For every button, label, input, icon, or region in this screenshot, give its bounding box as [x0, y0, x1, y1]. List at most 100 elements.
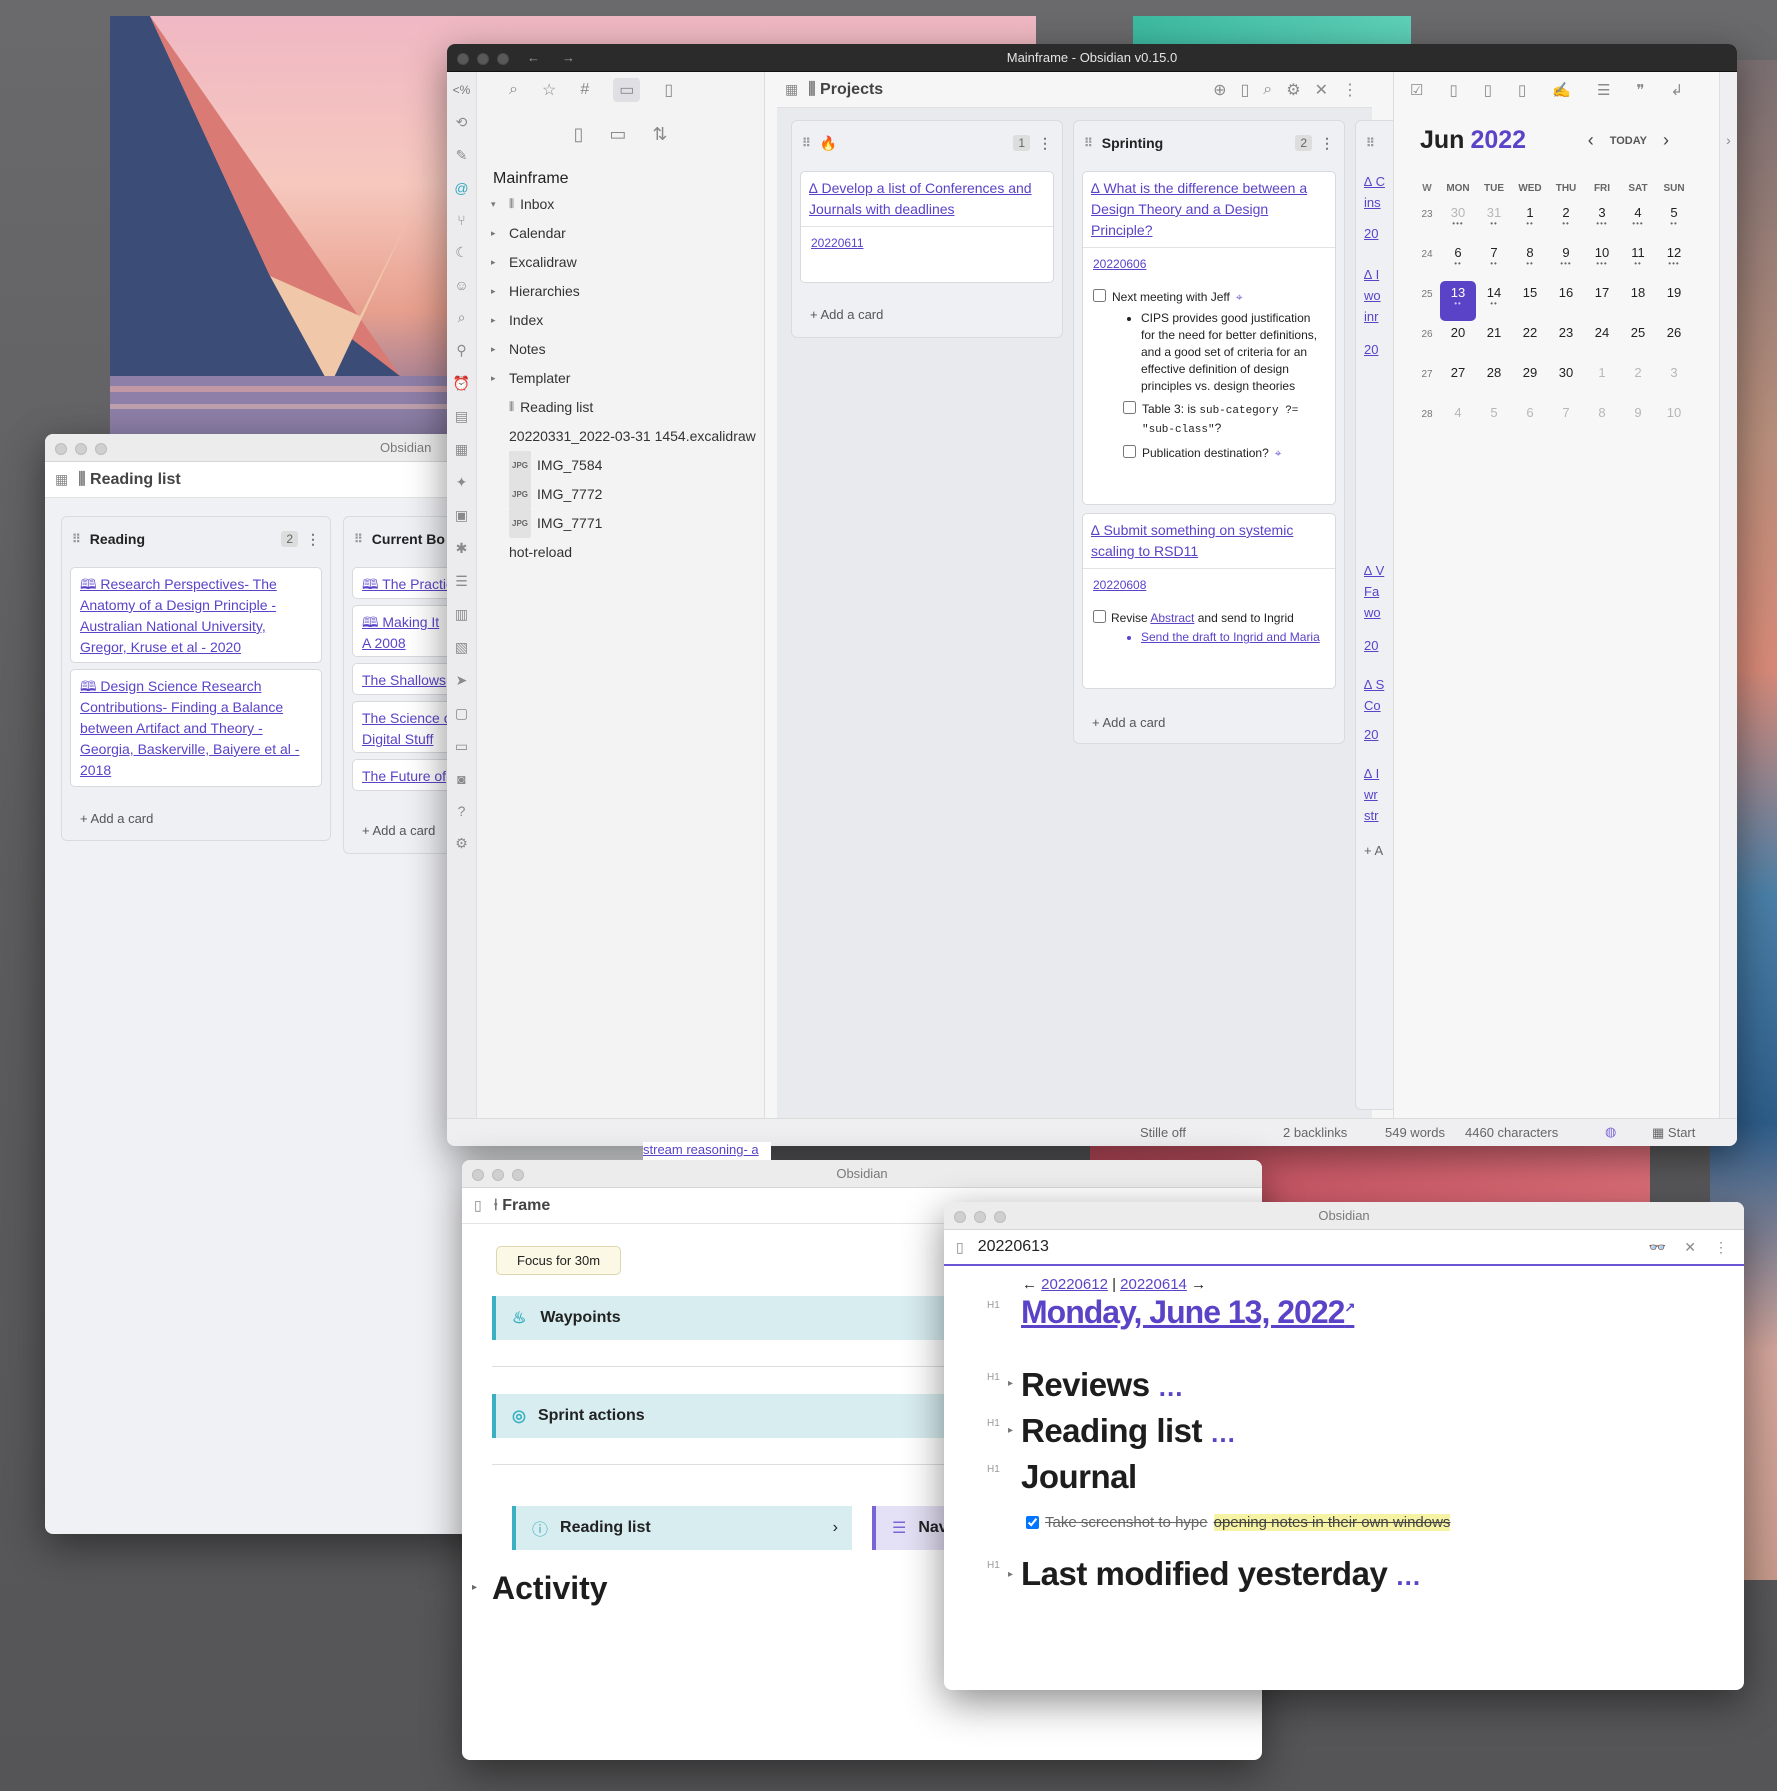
link-icon[interactable]: ⌖ [1236, 289, 1243, 306]
templater-icon[interactable]: <% [447, 72, 476, 108]
reading-list-callout[interactable]: ⓘ Reading list › [512, 1506, 852, 1550]
calendar-day[interactable]: 8 •• [1512, 241, 1548, 281]
network-icon[interactable]: ✱ [456, 540, 468, 557]
calendar-day[interactable]: 14 •• [1476, 281, 1512, 321]
focus-button[interactable]: Focus for 30m [496, 1246, 622, 1275]
week-number[interactable]: 25 [1414, 281, 1440, 321]
search-icon[interactable]: ⌕ [1263, 80, 1272, 100]
add-card-button[interactable]: + Add a card [810, 307, 883, 322]
week-number[interactable]: 26 [1414, 321, 1440, 361]
card-link[interactable]: 🕮 Design Science Research Contributions-… [80, 678, 299, 778]
calendar-day[interactable]: 3 ••• [1584, 201, 1620, 241]
calendar-day[interactable]: 30 [1548, 361, 1584, 401]
vault-name[interactable]: Mainframe [477, 160, 764, 188]
file-icon[interactable]: ▯ [474, 1197, 482, 1214]
minimize-window-button[interactable] [75, 443, 87, 455]
file-tree-item[interactable]: JPG IMG_7771 [491, 509, 764, 538]
calendar-day[interactable]: 15 [1512, 281, 1548, 321]
calendar-day[interactable]: 31 •• [1476, 201, 1512, 241]
file-tree-item[interactable]: ▸ Templater [491, 364, 764, 393]
calendar-icon[interactable]: ▢ [455, 705, 468, 722]
prev-day-link[interactable]: 20220612 [1041, 1276, 1108, 1293]
collapse-icon[interactable]: ▸ [472, 1582, 477, 1593]
add-card-button[interactable]: + Add a card [1092, 715, 1165, 730]
sync-icon[interactable]: ◍ [1605, 1124, 1616, 1140]
calendar-day[interactable]: 1 •• [1512, 201, 1548, 241]
file-tree-item[interactable]: JPG IMG_7772 [491, 480, 764, 509]
close-window-button[interactable] [55, 443, 67, 455]
forward-button[interactable]: → [562, 44, 575, 72]
zoom-window-button[interactable] [512, 1169, 524, 1181]
stack-icon[interactable]: ☰ [455, 573, 468, 590]
new-note-icon[interactable]: ▯ [573, 124, 583, 145]
card-title-link[interactable]: ∆ What is the difference between a Desig… [1091, 180, 1307, 238]
drag-handle-icon[interactable]: ⠿ [1084, 136, 1093, 150]
collapse-icon[interactable]: ▸ [1008, 1425, 1013, 1436]
minimize-window-button[interactable] [477, 53, 489, 65]
task-checkbox[interactable] [1123, 445, 1136, 458]
backlinks-count[interactable]: 2 backlinks [1283, 1125, 1347, 1140]
search-icon[interactable]: ⌕ [458, 309, 466, 326]
task-checkbox[interactable] [1093, 289, 1106, 302]
kanban-card[interactable]: ∆ Develop a list of Conferences and Jour… [800, 171, 1054, 283]
graph-icon[interactable]: ⟲ [456, 114, 468, 131]
date-link[interactable]: 20220611 [811, 236, 864, 250]
week-number[interactable]: 23 [1414, 201, 1440, 241]
settings-icon[interactable]: ⚙ [455, 835, 468, 852]
calendar-day[interactable]: 3 [1656, 361, 1692, 401]
drag-handle-icon[interactable]: ⠿ [72, 532, 81, 546]
card-link[interactable]: 🕮 The Practic [362, 576, 453, 592]
calendar-day[interactable]: 6 •• [1440, 241, 1476, 281]
kanban-board-icon[interactable]: ▦ [55, 471, 68, 488]
kanban-card[interactable]: 🕮 Research Perspectives- The Anatomy of … [70, 567, 322, 663]
chevron-right-icon[interactable]: › [833, 1519, 838, 1537]
calendar-day[interactable]: 21 [1476, 321, 1512, 361]
next-month-icon[interactable]: › [1663, 130, 1669, 151]
file-icon[interactable]: ▯ [1518, 81, 1526, 99]
quote-icon[interactable]: ❞ [1636, 81, 1644, 99]
close-window-button[interactable] [457, 53, 469, 65]
tag-icon[interactable]: # [580, 81, 589, 99]
more-options-icon[interactable]: ⋮ [1342, 80, 1358, 100]
list-icon[interactable]: ☰ [1597, 81, 1610, 99]
next-day-link[interactable]: 20220614 [1120, 1276, 1187, 1293]
turn-icon[interactable]: ↲ [1670, 81, 1683, 99]
minimize-window-button[interactable] [492, 1169, 504, 1181]
more-options-icon[interactable]: ⋮ [1714, 1239, 1728, 1256]
card-title-link[interactable]: ∆ Develop a list of Conferences and Jour… [809, 180, 1032, 217]
branch-icon[interactable]: ⑂ [457, 212, 465, 228]
file-tree-item[interactable]: ▾ ⫼ Inbox [491, 190, 764, 219]
calendar-day[interactable]: 19 [1656, 281, 1692, 321]
close-icon[interactable]: ✕ [1684, 1239, 1696, 1256]
calendar-day[interactable]: 29 [1512, 361, 1548, 401]
add-card-button[interactable]: + Add a card [362, 823, 435, 838]
more-options-icon[interactable]: ⋮ [306, 531, 320, 548]
calendar-day[interactable]: 30 ••• [1440, 201, 1476, 241]
calendar-day[interactable]: 11 •• [1620, 241, 1656, 281]
calendar-day[interactable]: 20 [1440, 321, 1476, 361]
calendar-day[interactable]: 2 [1620, 361, 1656, 401]
pencil-icon[interactable]: ✎ [456, 147, 468, 164]
layout-icon[interactable]: ▧ [455, 639, 468, 656]
calendar-day[interactable]: 26 [1656, 321, 1692, 361]
more-content-icon[interactable]: … [1158, 1372, 1184, 1402]
task-checkbox[interactable] [1123, 401, 1136, 414]
more-options-icon[interactable]: ⋮ [1320, 135, 1334, 152]
zoom-window-button[interactable] [95, 443, 107, 455]
file-tree-item[interactable]: ▸ Hierarchies [491, 277, 764, 306]
calendar-day[interactable]: 5 •• [1656, 201, 1692, 241]
new-folder-icon[interactable]: ▭ [609, 124, 626, 145]
calendar-day[interactable]: 7 •• [1476, 241, 1512, 281]
zoom-window-button[interactable] [497, 53, 509, 65]
drag-handle-icon[interactable]: ⠿ [802, 136, 811, 150]
calendar-day[interactable]: 23 [1548, 321, 1584, 361]
file-tree-item[interactable]: ▸ Index [491, 306, 764, 335]
stille-status[interactable]: Stille off [1140, 1125, 1186, 1140]
swirl-icon[interactable]: @ [454, 180, 468, 196]
card-title-link[interactable]: ∆ Submit something on systemic scaling t… [1091, 522, 1293, 559]
kanban-card[interactable]: 🕮 Design Science Research Contributions-… [70, 669, 322, 787]
calendar-day[interactable]: 12 ••• [1656, 241, 1692, 281]
calendar-day[interactable]: 22 [1512, 321, 1548, 361]
calendar-day[interactable]: 4 [1440, 401, 1476, 441]
calendar-day[interactable]: 18 [1620, 281, 1656, 321]
